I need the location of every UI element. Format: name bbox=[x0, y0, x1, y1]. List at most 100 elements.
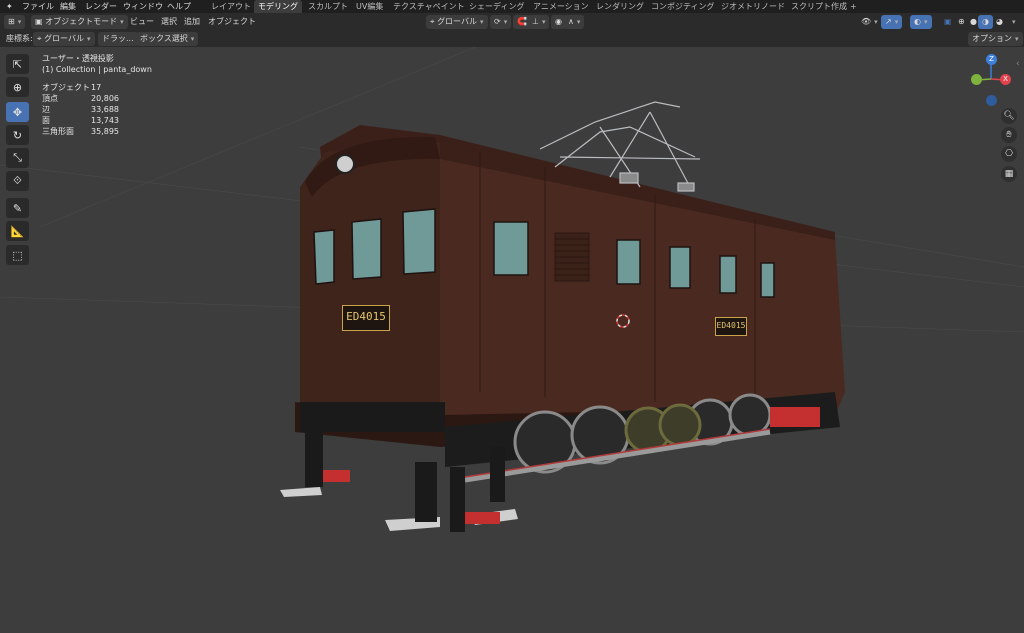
visibility-select[interactable]: 👁 ▾ bbox=[857, 15, 882, 29]
proportional-falloff-select[interactable]: ∧ ▾ bbox=[564, 15, 585, 29]
tab-rendering[interactable]: レンダリング bbox=[592, 0, 648, 13]
menu-view[interactable]: ビュー bbox=[126, 15, 158, 29]
perspective-toggle-button[interactable]: ▦ bbox=[1001, 166, 1017, 182]
pan-button[interactable]: ✋︎ bbox=[1001, 127, 1017, 143]
magnifier-icon: 🔍︎ bbox=[1003, 111, 1015, 121]
stat-value: 35,895 bbox=[91, 127, 119, 136]
stat-edges: 辺 33,688 bbox=[42, 104, 152, 115]
transform-orientation-select[interactable]: ⌖ グローバル ▾ bbox=[426, 15, 488, 29]
menu-render[interactable]: レンダー bbox=[85, 1, 117, 12]
menu-window[interactable]: ウィンドウ bbox=[123, 1, 163, 12]
stat-vertices: 頂点 20,806 bbox=[42, 93, 152, 104]
viewport-scene bbox=[0, 47, 1024, 532]
pivot-point-select[interactable]: ⟳ ▾ bbox=[490, 15, 512, 29]
tab-shading[interactable]: シェーディング bbox=[465, 0, 528, 13]
select-mode-label: ボックス選択 bbox=[140, 34, 188, 43]
editor-type-button[interactable]: ⊞ ▾ bbox=[4, 15, 26, 29]
stat-label: 三角形面 bbox=[42, 127, 74, 136]
scale-icon: ⤡ bbox=[13, 151, 22, 164]
stat-faces: 面 13,743 bbox=[42, 115, 152, 126]
cube-icon: ⬚ bbox=[12, 248, 23, 262]
viewport-info-overlay: ユーザー・透視投影 (1) Collection | panta_down オブ… bbox=[42, 53, 152, 137]
tab-scripting[interactable]: スクリプト作成 bbox=[787, 0, 851, 13]
shading-options-select[interactable]: ▾ bbox=[1005, 15, 1020, 29]
tab-geometry-nodes[interactable]: ジオメトリノード bbox=[717, 0, 789, 13]
stat-label: オブジェクト bbox=[42, 83, 90, 92]
sidebar-toggle-arrow-icon[interactable]: ‹ bbox=[1016, 59, 1020, 69]
tweak-tool-button[interactable]: ⇱ bbox=[6, 54, 29, 74]
top-menu-bar: ✦ ファイル 編集 レンダー ウィンドウ ヘルプ レイアウト モデリング スカル… bbox=[0, 0, 1024, 13]
options-label: オプション bbox=[972, 34, 1012, 43]
tab-texture-paint[interactable]: テクスチャペイント bbox=[389, 0, 469, 13]
move-tool-button[interactable]: ✥ bbox=[6, 102, 29, 122]
tab-sculpt[interactable]: スカルプト bbox=[304, 0, 352, 13]
stat-value: 17 bbox=[91, 83, 102, 92]
stat-value: 13,743 bbox=[91, 116, 119, 125]
overlay-toggle[interactable]: ◐ ▾ bbox=[910, 15, 932, 29]
transform-tool-button[interactable]: ⟐ bbox=[6, 171, 29, 191]
rotate-icon: ↻ bbox=[12, 128, 23, 142]
side-number-plate: ED4015 bbox=[715, 317, 747, 336]
cursor-arrow-icon: ⇱ bbox=[12, 57, 23, 71]
transform-icon: ⟐ bbox=[13, 174, 22, 187]
tab-layout[interactable]: レイアウト bbox=[207, 0, 255, 13]
stat-objects: オブジェクト 17 bbox=[42, 82, 152, 93]
stat-triangles: 三角形面 35,895 bbox=[42, 126, 152, 137]
add-cube-tool-button[interactable]: ⬚ bbox=[6, 245, 29, 265]
drag-select[interactable]: ドラッ... bbox=[98, 32, 138, 46]
mode-icon: ▣ bbox=[35, 17, 46, 26]
3d-viewport[interactable]: ED4015 ED4015 ⇱ ⊕ ✥ ↻ ⤡ ⟐ ✎ 📐 ⬚ ユーザー・透視投… bbox=[0, 47, 1024, 633]
view-name: ユーザー・透視投影 bbox=[42, 54, 114, 63]
gizmo-z-axis[interactable]: Z bbox=[986, 54, 997, 65]
menu-help[interactable]: ヘルプ bbox=[167, 1, 191, 12]
snap-target-select[interactable]: ⊥ ▾ bbox=[528, 15, 550, 29]
coordinate-system-select[interactable]: ⌖ グローバル ▾ bbox=[33, 32, 95, 46]
tool-settings-header: 座標系: ⌖ グローバル ▾ ドラッ... ボックス選択 ▾ オプション ▾ bbox=[0, 31, 1024, 47]
menu-add[interactable]: 追加 bbox=[180, 15, 204, 29]
orientation-icon: ⌖ bbox=[430, 17, 438, 26]
menu-file[interactable]: ファイル bbox=[22, 1, 54, 12]
stat-label: 辺 bbox=[42, 105, 50, 114]
zoom-button[interactable]: 🔍︎ bbox=[1001, 108, 1017, 124]
coord-value: グローバル bbox=[44, 34, 84, 43]
stat-label: 頂点 bbox=[42, 94, 58, 103]
annotate-tool-button[interactable]: ✎ bbox=[6, 198, 29, 218]
camera-icon: ⎔ bbox=[1005, 149, 1013, 159]
mode-select[interactable]: ▣ オブジェクトモード ▾ bbox=[31, 15, 128, 29]
pencil-icon: ✎ bbox=[12, 201, 23, 215]
grid-icon: ▦ bbox=[1004, 169, 1014, 179]
navigation-gizmo[interactable]: Z X bbox=[968, 52, 1020, 112]
collection-name: (1) Collection | panta_down bbox=[42, 65, 152, 74]
viewport-header: ⊞ ▾ ▣ オブジェクトモード ▾ ビュー 選択 追加 オブジェクト ⌖ グローバル… bbox=[0, 13, 1024, 32]
gizmo-x-axis[interactable]: X bbox=[1000, 74, 1011, 85]
options-button[interactable]: オプション ▾ bbox=[968, 32, 1023, 46]
blender-logo-icon[interactable]: ✦ bbox=[6, 1, 13, 12]
menu-object[interactable]: オブジェクト bbox=[204, 15, 260, 29]
gizmo-y-axis[interactable] bbox=[971, 74, 982, 85]
menu-select[interactable]: 選択 bbox=[157, 15, 181, 29]
hand-icon: ✋︎ bbox=[1006, 130, 1012, 140]
tab-uv-editing[interactable]: UV編集 bbox=[352, 0, 387, 13]
tab-compositing[interactable]: コンポジティング bbox=[647, 0, 719, 13]
add-workspace-button[interactable]: + bbox=[846, 0, 861, 13]
coord-icon: ⌖ bbox=[37, 34, 45, 43]
coordinate-system-label: 座標系: bbox=[6, 34, 33, 43]
mode-label: オブジェクトモード bbox=[45, 17, 118, 26]
rotate-tool-button[interactable]: ↻ bbox=[6, 125, 29, 145]
front-number-plate: ED4015 bbox=[342, 305, 390, 331]
select-mode-select[interactable]: ボックス選択 ▾ bbox=[136, 32, 199, 46]
scale-tool-button[interactable]: ⤡ bbox=[6, 148, 29, 168]
tab-modeling[interactable]: モデリング bbox=[254, 0, 302, 13]
gizmo-toggle[interactable]: ↗ ▾ bbox=[881, 15, 903, 29]
material-shading-button[interactable]: ◑ bbox=[978, 15, 993, 29]
tab-animation[interactable]: アニメーション bbox=[529, 0, 593, 13]
cursor-tool-button[interactable]: ⊕ bbox=[6, 77, 29, 97]
crosshair-icon: ⊕ bbox=[12, 80, 23, 94]
stat-label: 面 bbox=[42, 116, 50, 125]
ruler-icon: 📐 bbox=[10, 224, 25, 238]
gizmo-neg-z-axis[interactable] bbox=[986, 95, 997, 106]
stat-value: 20,806 bbox=[91, 94, 119, 103]
camera-view-button[interactable]: ⎔ bbox=[1001, 146, 1017, 162]
menu-edit[interactable]: 編集 bbox=[60, 1, 76, 12]
measure-tool-button[interactable]: 📐 bbox=[6, 221, 29, 241]
